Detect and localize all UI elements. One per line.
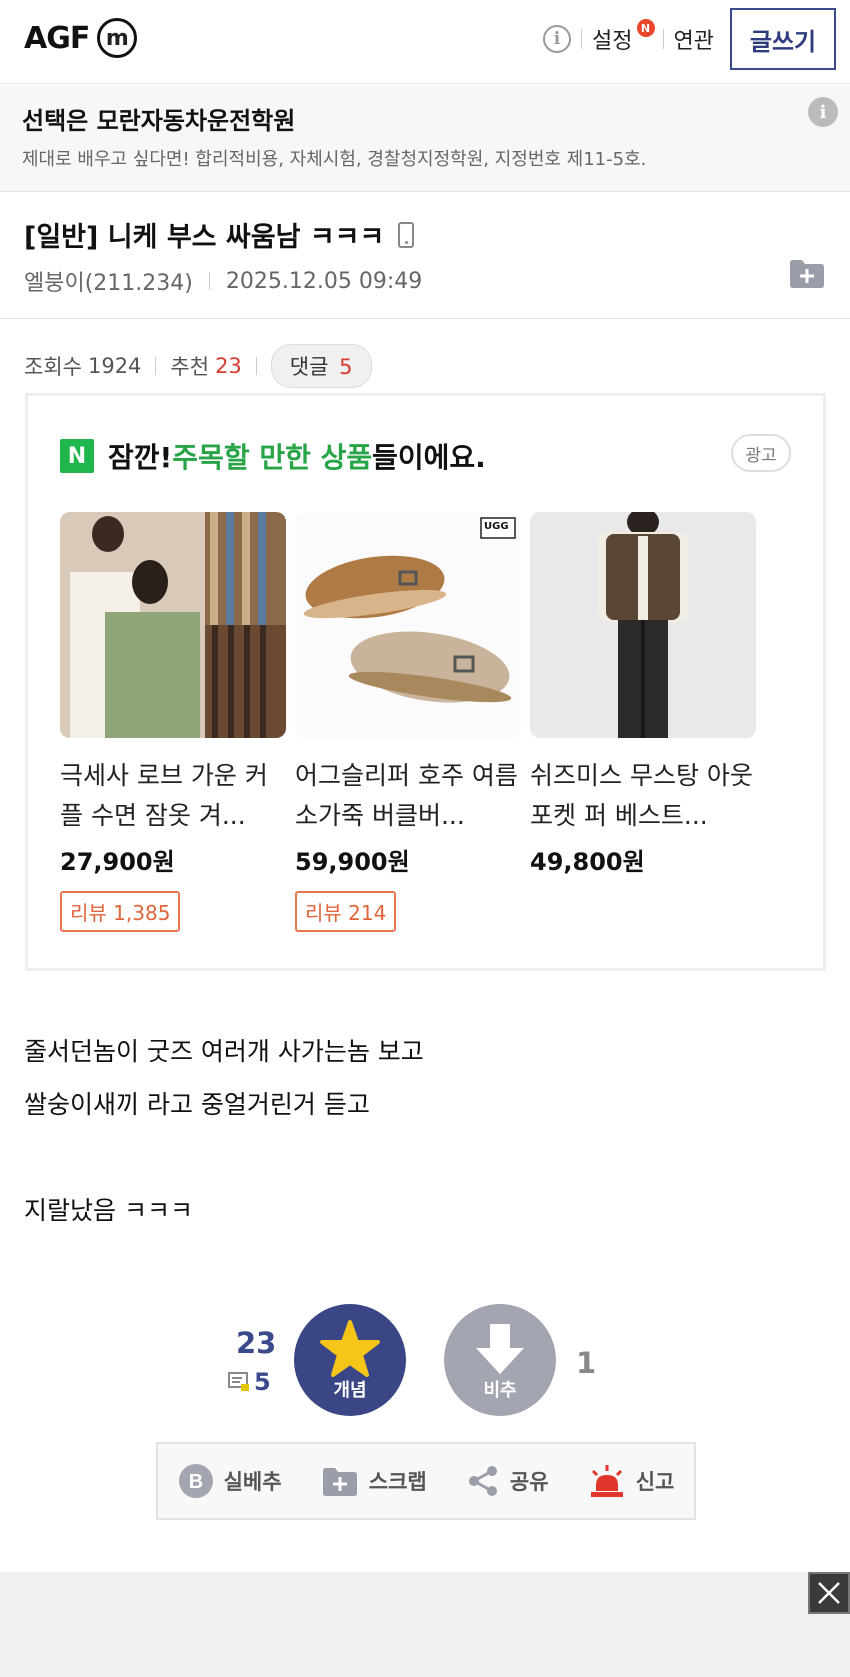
heading-suffix: 들이에요. (372, 441, 486, 474)
info-icon[interactable]: i (543, 25, 572, 53)
comment-count-value: 5 (254, 1368, 271, 1396)
action-bar: B 실베추 스크랩 공유 신고 (156, 1442, 696, 1520)
review-badge: 리뷰 1,385 (60, 891, 181, 932)
share-button[interactable]: 공유 (466, 1464, 549, 1498)
product-image-vest[interactable] (530, 512, 756, 738)
real-best-label: 실베추 (223, 1470, 282, 1494)
real-best-button[interactable]: B 실베추 (178, 1463, 282, 1499)
settings-label: 설정 (592, 29, 633, 54)
divider (662, 29, 664, 49)
downvote-label: 비추 (483, 1380, 517, 1401)
post-stats: 조회수 1924 추천 23 댓글 5 (24, 344, 372, 388)
comment-count-small: 5 (228, 1368, 271, 1396)
site-logo[interactable]: AGF m (24, 18, 138, 58)
ad-info-icon[interactable]: i (808, 97, 838, 127)
post-datetime: 2025.12.05 09:49 (225, 268, 423, 294)
ad-label[interactable]: 광고 (731, 434, 791, 472)
post-title: [일반] 니케 부스 싸움남 ㅋㅋㅋ (24, 215, 415, 254)
views-count: 1924 (87, 354, 142, 378)
post-header: [일반] 니케 부스 싸움남 ㅋㅋㅋ 엘붕이(211.234) 2025.12.… (0, 193, 850, 319)
share-icon (468, 1466, 497, 1496)
upvote-count: 23 (236, 1326, 277, 1360)
upvote-label: 개념 (333, 1380, 367, 1401)
close-icon[interactable] (808, 1572, 850, 1614)
recommend-label: 추천 (170, 355, 210, 379)
downvote-count: 1 (576, 1346, 597, 1380)
divider (208, 272, 210, 290)
product-card[interactable]: UGG 어그슬리퍼 호주 여름 소가죽 버클버... 59,900원 리뷰 21… (295, 512, 521, 932)
product-card[interactable]: 쉬즈미스 무스탕 아웃 포켓 퍼 베스트... 49,800원 (530, 512, 756, 877)
ad-description: 제대로 배우고 싶다면! 합리적비용, 자체시험, 경찰청지정학원, 지정번호 … (22, 149, 647, 170)
bottom-ad-area[interactable] (0, 1572, 850, 1677)
divider (155, 357, 157, 375)
logo-text: AGF (24, 20, 90, 56)
divider (255, 357, 257, 375)
post-body: 줄서던놈이 굿즈 여러개 사가는놈 보고 쌀숭이새끼 라고 중얼거린거 듣고 지… (24, 1025, 424, 1237)
product-price: 27,900원 (60, 848, 175, 876)
related-link[interactable]: 연관 (674, 23, 714, 55)
body-line (24, 1131, 424, 1184)
svg-text:B: B (188, 1471, 202, 1493)
report-button[interactable]: 신고 (588, 1463, 675, 1499)
recommend-count: 23 (215, 354, 242, 378)
new-badge: N (636, 19, 655, 37)
post-title-text: [일반] 니케 부스 싸움남 ㅋㅋㅋ (24, 222, 385, 253)
top-actions: i 설정 N 연관 글쓰기 (543, 8, 836, 70)
ad-title: 선택은 모란자동차운전학원 (22, 107, 296, 135)
author[interactable]: 엘붕이(211.234) (24, 265, 193, 297)
product-ad-heading: N 잠깐! 주목할 만한 상품 들이에요. (60, 436, 486, 476)
ugg-tag: UGG (484, 521, 509, 532)
folder-add-icon[interactable] (788, 257, 826, 289)
report-label: 신고 (635, 1470, 675, 1494)
body-line: 쌀숭이새끼 라고 중얼거린거 듣고 (24, 1090, 370, 1119)
product-price: 49,800원 (530, 848, 645, 876)
scrap-label: 스크랩 (368, 1470, 427, 1494)
heading-highlight: 주목할 만한 상품 (172, 441, 373, 474)
mobile-icon (398, 221, 415, 248)
post-meta: 엘붕이(211.234) 2025.12.05 09:49 (24, 265, 422, 297)
heading-prefix: 잠깐! (108, 441, 173, 474)
settings-link[interactable]: 설정 N (592, 19, 655, 55)
upvote-button[interactable]: 개념 (294, 1304, 406, 1416)
siren-icon (590, 1465, 623, 1497)
b-icon: B (178, 1464, 213, 1498)
comments-button[interactable]: 댓글 5 (270, 344, 372, 388)
product-card[interactable]: 극세사 로브 가운 커플 수면 잠옷 겨... 27,900원 리뷰 1,385 (60, 512, 286, 932)
share-label: 공유 (509, 1470, 549, 1494)
product-image-robe[interactable] (60, 512, 286, 738)
product-price: 59,900원 (295, 848, 410, 876)
product-name: 쉬즈미스 무스탕 아웃 포켓 퍼 베스트... (530, 761, 753, 830)
divider (581, 29, 583, 49)
logo-mark-icon: m (97, 18, 138, 58)
comments-count: 5 (339, 355, 353, 379)
views-label: 조회수 (24, 355, 82, 379)
body-line: 줄서던놈이 굿즈 여러개 사가는놈 보고 (24, 1037, 424, 1066)
text-ad-banner[interactable]: 선택은 모란자동차운전학원 제대로 배우고 싶다면! 합리적비용, 자체시험, … (0, 85, 850, 192)
naver-n-icon: N (60, 439, 94, 473)
scrap-button[interactable]: 스크랩 (321, 1465, 427, 1497)
product-name: 극세사 로브 가운 커플 수면 잠옷 겨... (60, 761, 268, 830)
write-button[interactable]: 글쓰기 (730, 8, 836, 70)
product-name: 어그슬리퍼 호주 여름 소가죽 버클버... (295, 761, 518, 830)
comments-label: 댓글 (289, 355, 329, 379)
top-bar: AGF m i 설정 N 연관 글쓰기 (0, 0, 850, 84)
comment-icon (228, 1372, 249, 1391)
review-badge: 리뷰 214 (295, 891, 397, 932)
product-ad-box: N 잠깐! 주목할 만한 상품 들이에요. 광고 극세사 로브 가운 커플 수면… (25, 393, 826, 971)
folder-plus-icon (322, 1468, 357, 1496)
downvote-button[interactable]: 비추 (444, 1304, 556, 1416)
body-line: 지랄났음 ㅋㅋㅋ (24, 1196, 193, 1225)
product-image-slippers[interactable]: UGG (295, 512, 521, 738)
